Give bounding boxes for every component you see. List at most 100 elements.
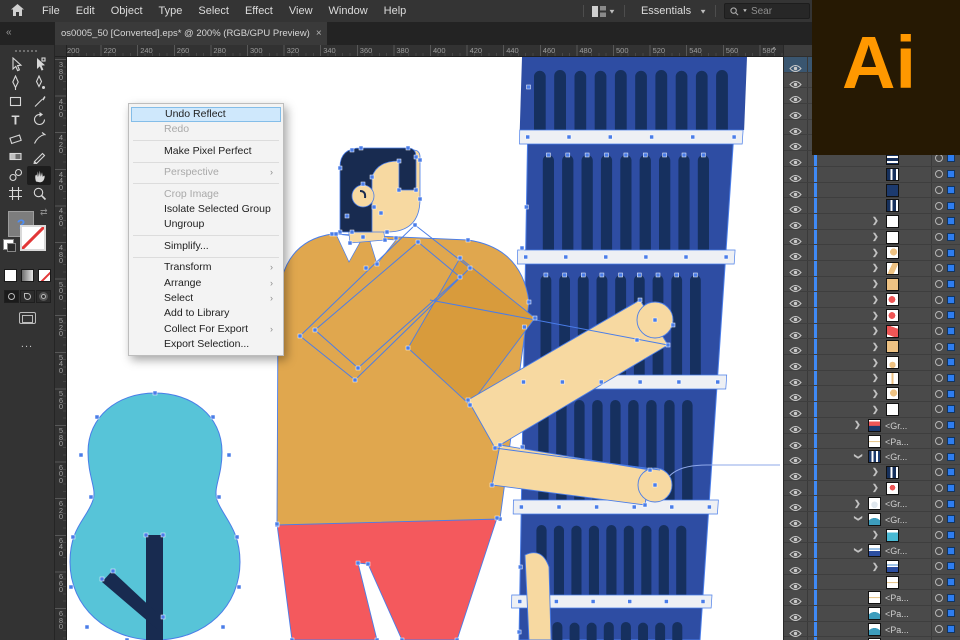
- target-circle[interactable]: [935, 311, 943, 319]
- layer-row[interactable]: ❯: [784, 277, 960, 293]
- expand-chevron-icon[interactable]: ❯: [872, 359, 880, 367]
- expand-chevron-icon[interactable]: ❯: [854, 547, 862, 555]
- selection-square[interactable]: [947, 531, 955, 539]
- document-tab[interactable]: os0005_50 [Converted].eps* @ 200% (RGB/G…: [55, 22, 327, 45]
- close-tab-icon[interactable]: ×: [316, 28, 322, 39]
- visibility-eye-icon[interactable]: [789, 546, 803, 556]
- visibility-eye-icon[interactable]: [789, 374, 803, 384]
- expand-chevron-icon[interactable]: ❯: [872, 327, 880, 335]
- target-circle[interactable]: [935, 468, 943, 476]
- draw-inside-button[interactable]: [36, 290, 51, 303]
- visibility-eye-icon[interactable]: [789, 264, 803, 274]
- expand-chevron-icon[interactable]: ❯: [872, 296, 880, 304]
- tool-rectangle[interactable]: [3, 92, 27, 111]
- default-fill-stroke-icon[interactable]: [3, 239, 14, 250]
- menu-edit[interactable]: Edit: [68, 0, 103, 22]
- selection-square[interactable]: [947, 358, 955, 366]
- selection-square[interactable]: [947, 249, 955, 257]
- target-circle[interactable]: [935, 547, 943, 555]
- layer-thumbnail[interactable]: [886, 466, 899, 479]
- tree-shape[interactable]: [70, 393, 240, 640]
- visibility-eye-icon[interactable]: [789, 107, 803, 117]
- visibility-eye-icon[interactable]: [789, 60, 803, 70]
- tool-eraser[interactable]: [3, 129, 27, 148]
- context-menu-item-select[interactable]: Select›: [130, 291, 282, 306]
- visibility-eye-icon[interactable]: [789, 499, 803, 509]
- target-circle[interactable]: [935, 170, 943, 178]
- expand-chevron-icon[interactable]: ❯: [854, 515, 862, 523]
- context-menu-item-arrange[interactable]: Arrange›: [130, 276, 282, 291]
- layer-thumbnail[interactable]: [886, 278, 899, 291]
- menu-select[interactable]: Select: [190, 0, 237, 22]
- selection-square[interactable]: [947, 453, 955, 461]
- context-menu-item-export-selection[interactable]: Export Selection...: [130, 337, 282, 352]
- visibility-eye-icon[interactable]: [789, 562, 803, 572]
- tool-pen[interactable]: [3, 74, 27, 93]
- panel-grip[interactable]: [15, 50, 39, 52]
- layer-thumbnail[interactable]: [868, 544, 881, 557]
- layer-row[interactable]: <Pa...: [784, 622, 960, 638]
- layer-thumbnail[interactable]: [868, 419, 881, 432]
- menu-window[interactable]: Window: [321, 0, 376, 22]
- layer-thumbnail[interactable]: [886, 576, 899, 589]
- screen-mode-button[interactable]: [19, 312, 36, 324]
- target-circle[interactable]: [935, 562, 943, 570]
- menu-help[interactable]: Help: [376, 0, 415, 22]
- target-circle[interactable]: [935, 531, 943, 539]
- layer-thumbnail[interactable]: [886, 246, 899, 259]
- layer-row[interactable]: ❯: [784, 402, 960, 418]
- layer-row[interactable]: ❯: [784, 528, 960, 544]
- selection-square[interactable]: [947, 547, 955, 555]
- selection-square[interactable]: [947, 202, 955, 210]
- expand-chevron-icon[interactable]: ❯: [872, 249, 880, 257]
- expand-chevron-icon[interactable]: ❯: [872, 280, 880, 288]
- layer-row[interactable]: [784, 575, 960, 591]
- menu-file[interactable]: File: [34, 0, 68, 22]
- layer-thumbnail[interactable]: [886, 403, 899, 416]
- layer-thumbnail[interactable]: [886, 372, 899, 385]
- selection-square[interactable]: [947, 170, 955, 178]
- menu-effect[interactable]: Effect: [237, 0, 281, 22]
- tool-hand[interactable]: [27, 166, 51, 185]
- selection-square[interactable]: [947, 233, 955, 241]
- visibility-eye-icon[interactable]: [789, 609, 803, 619]
- visibility-eye-icon[interactable]: [789, 91, 803, 101]
- target-circle[interactable]: [935, 484, 943, 492]
- context-menu-item-transform[interactable]: Transform›: [130, 260, 282, 275]
- swap-fill-stroke-icon[interactable]: ⇄: [40, 207, 48, 218]
- expand-chevron-icon[interactable]: ❯: [872, 390, 880, 398]
- selection-square[interactable]: [947, 264, 955, 272]
- visibility-eye-icon[interactable]: [789, 170, 803, 180]
- context-menu-item-make-pixel-perfect[interactable]: Make Pixel Perfect: [130, 144, 282, 159]
- selection-square[interactable]: [947, 578, 955, 586]
- layer-row[interactable]: ❯: [784, 308, 960, 324]
- visibility-eye-icon[interactable]: [789, 625, 803, 635]
- layer-row[interactable]: ❯: [784, 559, 960, 575]
- layer-row[interactable]: ❯: [784, 261, 960, 277]
- tool-direct-selection[interactable]: [27, 55, 51, 74]
- layer-thumbnail[interactable]: [868, 591, 881, 604]
- layer-row[interactable]: ❯: [784, 371, 960, 387]
- draw-behind-button[interactable]: [20, 290, 35, 303]
- visibility-eye-icon[interactable]: [789, 468, 803, 478]
- selection-square[interactable]: [947, 437, 955, 445]
- ruler-corner[interactable]: [55, 45, 67, 57]
- selection-square[interactable]: [947, 609, 955, 617]
- selection-square[interactable]: [947, 154, 955, 162]
- layer-row[interactable]: ❯<Gr...: [784, 496, 960, 512]
- layer-row[interactable]: ❯: [784, 386, 960, 402]
- target-circle[interactable]: [935, 625, 943, 633]
- expand-chevron-icon[interactable]: ❯: [872, 406, 880, 414]
- more-tools-button[interactable]: ...: [0, 338, 54, 350]
- target-circle[interactable]: [935, 264, 943, 272]
- layer-thumbnail[interactable]: [886, 387, 899, 400]
- layer-row[interactable]: ❯<Gr...: [784, 449, 960, 465]
- layer-row[interactable]: <Pa...: [784, 606, 960, 622]
- selection-square[interactable]: [947, 468, 955, 476]
- selection-square[interactable]: [947, 280, 955, 288]
- layer-thumbnail[interactable]: [886, 356, 899, 369]
- tool-shaper[interactable]: [27, 129, 51, 148]
- layer-row[interactable]: ❯: [784, 324, 960, 340]
- visibility-eye-icon[interactable]: [789, 233, 803, 243]
- layer-row[interactable]: [784, 183, 960, 199]
